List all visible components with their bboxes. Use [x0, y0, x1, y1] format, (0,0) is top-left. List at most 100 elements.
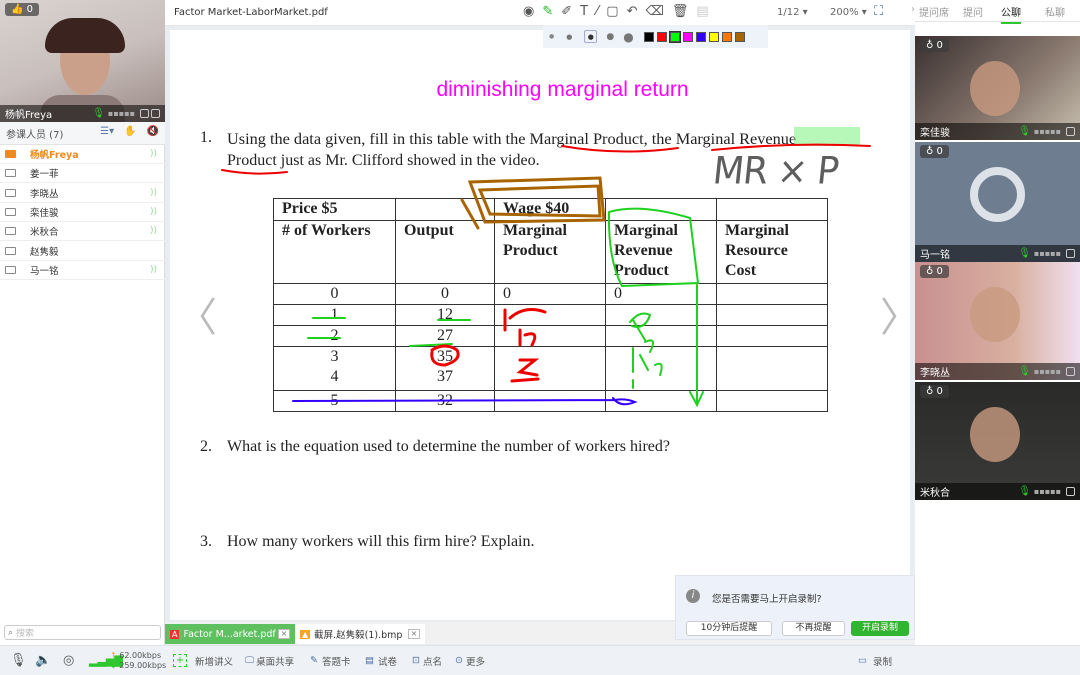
more-icon: ⊙ [455, 655, 463, 666]
student-namebar: 栾佳骏 🎙 ▪▪▪▪▪ [915, 123, 1080, 140]
award-count: 0 [936, 40, 943, 51]
wage-circle-mark [460, 176, 606, 230]
right-panel: › 提问席 提问 公聊 私聊 ♁ 0 栾佳骏 🎙 ▪▪▪▪▪ ♁ 0 马一铭 🎙 ▪▪▪▪▪ ♁… [911, 0, 1080, 645]
answer-card-button[interactable]: ✎ 答题卡 [310, 654, 350, 668]
dropdown-icon[interactable] [1066, 127, 1075, 136]
mic-icon: 🎙 [1018, 366, 1031, 377]
collapse-icon[interactable]: › [911, 4, 915, 15]
student-face [970, 61, 1020, 116]
student-namebar: 李晓丛 🎙 ▪▪▪▪▪ [915, 363, 1080, 380]
screen-share-icon: 🖵 [245, 655, 255, 666]
exam-icon: ▤ [365, 655, 374, 666]
mic-icon: 🎙 [1018, 486, 1031, 497]
award-badge: ♁ 0 [920, 39, 949, 52]
award-count: 0 [936, 266, 943, 277]
size-5[interactable]: ● [623, 30, 633, 44]
edit-icon: ✎ [310, 655, 318, 666]
student-video[interactable]: ♁ 0 米秋合 🎙 ▪▪▪▪▪ [915, 382, 1080, 500]
mrp-formula-handwriting: MR × P [710, 149, 841, 193]
tab-bmp[interactable]: ▲ 截屏.赵隽毅(1).bmp × [295, 624, 425, 644]
roll-call-button[interactable]: ⊡ 点名 [412, 654, 442, 668]
image-icon: ▲ [300, 629, 311, 639]
pdf-icon: A [170, 629, 180, 639]
add-handout-button[interactable]: + 新增讲义 [173, 654, 233, 668]
pen-palette: ● ● ● ● ● [543, 25, 768, 48]
size-4[interactable]: ● [606, 32, 614, 42]
size-2[interactable]: ● [566, 33, 572, 41]
volume-dots: ▪▪▪▪▪ [1033, 367, 1061, 376]
color-swatch[interactable] [734, 31, 745, 42]
mic-icon: 🎙 [1018, 126, 1031, 137]
color-swatch[interactable] [668, 30, 681, 43]
screen-share-label: 桌面共享 [256, 656, 295, 668]
webcam-placeholder-icon [970, 167, 1025, 222]
award-badge: ♁ 0 [920, 385, 949, 398]
underline-mark [561, 145, 679, 153]
chat-tabs: › 提问席 提问 公聊 私聊 [911, 0, 1080, 24]
student-face [970, 287, 1020, 342]
color-swatch[interactable] [656, 31, 667, 42]
student-namebar: 米秋合 🎙 ▪▪▪▪▪ [915, 483, 1080, 500]
tab-label: Factor M...arket.pdf [183, 628, 276, 640]
student-video[interactable]: ♁ 0 李晓丛 🎙 ▪▪▪▪▪ [915, 262, 1080, 380]
more-button[interactable]: ⊙ 更多 [455, 654, 485, 668]
mic-icon: 🎙 [1018, 248, 1031, 259]
microphone-icon[interactable]: 🎙 [10, 653, 27, 668]
tab-pdf[interactable]: A Factor M...arket.pdf × [165, 624, 295, 644]
add-handout-label: 新增讲义 [194, 656, 233, 668]
color-swatch[interactable] [721, 31, 732, 42]
mrp-arrow-mark [607, 207, 704, 408]
tab-questions[interactable]: 提问 [963, 4, 983, 19]
color-swatch[interactable] [682, 31, 693, 42]
add-icon: + [173, 654, 187, 667]
student-video[interactable]: ♁ 0 栾佳骏 🎙 ▪▪▪▪▪ [915, 36, 1080, 140]
tab-private-chat[interactable]: 私聊 [1045, 4, 1065, 19]
close-tab-icon[interactable]: × [408, 629, 420, 639]
record-prompt-text: 您是否需要马上开启录制? [712, 594, 822, 605]
color-swatch[interactable] [708, 31, 719, 42]
tab-label: 截屏.赵隽毅(1).bmp [314, 630, 403, 641]
student-face [970, 407, 1020, 462]
underline-mark [221, 169, 288, 175]
mrp-handwriting-mark [629, 312, 663, 389]
student-name: 马一铭 [920, 250, 950, 261]
never-remind-button[interactable]: 不再提醒 [782, 621, 845, 636]
size-3[interactable]: ● [584, 30, 598, 43]
student-name: 李晓丛 [920, 368, 950, 379]
dropdown-icon[interactable] [1066, 487, 1075, 496]
exam-button[interactable]: ▤ 试卷 [365, 654, 397, 668]
dropdown-icon[interactable] [1066, 367, 1075, 376]
record-label: 录制 [872, 656, 892, 668]
tab-public-chat[interactable]: 公聊 [1001, 4, 1021, 24]
tab-question-seat[interactable]: 提问席 [919, 4, 949, 19]
close-tab-icon[interactable]: × [278, 629, 290, 639]
answer-card-label: 答题卡 [321, 656, 351, 668]
screen-share-button[interactable]: 🖵 桌面共享 [245, 654, 294, 668]
award-count: 0 [936, 146, 943, 157]
award-badge: ♁ 0 [920, 145, 949, 158]
volume-dots: ▪▪▪▪▪ [1033, 127, 1061, 136]
camera-icon[interactable]: ◎ [63, 653, 74, 668]
dropdown-icon[interactable] [1066, 249, 1075, 258]
award-count: 0 [936, 386, 943, 397]
strike-row5-mark [292, 397, 638, 406]
record-icon: ▭ [858, 655, 867, 666]
color-swatch[interactable] [695, 31, 706, 42]
more-label: 更多 [465, 656, 485, 668]
record-prompt: i 您是否需要马上开启录制? 10分钟后提醒 不再提醒 开启录制 [675, 575, 915, 640]
student-video[interactable]: ♁ 0 马一铭 🎙 ▪▪▪▪▪ [915, 142, 1080, 262]
student-name: 米秋合 [920, 488, 950, 499]
student-name: 栾佳骏 [920, 128, 950, 139]
upload-rate: 62.00kbps [119, 650, 162, 660]
remind-later-button[interactable]: 10分钟后提醒 [686, 621, 772, 636]
bandwidth: ↑ 62.00kbps ↓ 259.00kbps [110, 650, 167, 670]
volume-dots: ▪▪▪▪▪ [1033, 249, 1061, 258]
highlight-mark [794, 127, 860, 146]
size-1[interactable]: ● [549, 33, 554, 40]
start-recording-button[interactable]: 开启录制 [851, 621, 909, 636]
download-rate: 259.00kbps [119, 660, 167, 670]
speaker-icon[interactable]: 🔈 [35, 653, 51, 668]
bottom-toolbar: 🎙 🔈 ◎ ▂▃▅▇ ↑ 62.00kbps ↓ 259.00kbps + 新增讲… [0, 645, 1080, 675]
record-button[interactable]: ▭ 录制 [858, 654, 892, 668]
color-swatch[interactable] [643, 31, 654, 42]
